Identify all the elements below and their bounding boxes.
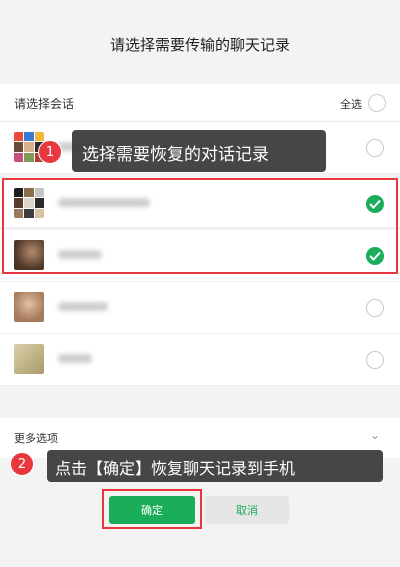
photo-avatar (14, 292, 44, 322)
conversation-radio[interactable] (366, 299, 384, 317)
conversation-radio[interactable] (366, 139, 384, 157)
dialog-title: 请选择需要传输的聊天记录 (109, 36, 290, 54)
conversation-name-blurred (58, 302, 108, 311)
step2-text: 点击【确定】恢复聊天记录到手机 (55, 459, 296, 478)
step1-badge: 1 (38, 140, 62, 164)
selection-highlight-box (2, 178, 398, 274)
photo-avatar (14, 344, 44, 374)
conversation-radio[interactable] (366, 351, 384, 369)
step1-callout: 选择需要恢复的对话记录 (72, 130, 326, 172)
conversation-row[interactable] (0, 282, 400, 334)
more-options-label: 更多选项 (14, 432, 58, 445)
select-all-label[interactable]: 全选 (340, 96, 362, 112)
chevron-down-icon: ⌄ (369, 428, 380, 442)
conversation-name-blurred (58, 354, 92, 363)
cancel-button[interactable]: 取消 (205, 496, 289, 524)
step1-text: 选择需要恢复的对话记录 (82, 145, 269, 165)
step2-callout: 点击【确定】恢复聊天记录到手机 (47, 450, 383, 482)
select-all-radio[interactable] (368, 94, 386, 112)
step2-badge: 2 (10, 452, 34, 476)
confirm-highlight-box (102, 489, 202, 529)
select-conversation-label: 请选择会话 (14, 97, 75, 111)
dialog-header: 请选择需要传输的聊天记录 (0, 0, 400, 84)
conversation-row[interactable] (0, 334, 400, 386)
conversation-list-header: 请选择会话 全选 (0, 84, 400, 122)
